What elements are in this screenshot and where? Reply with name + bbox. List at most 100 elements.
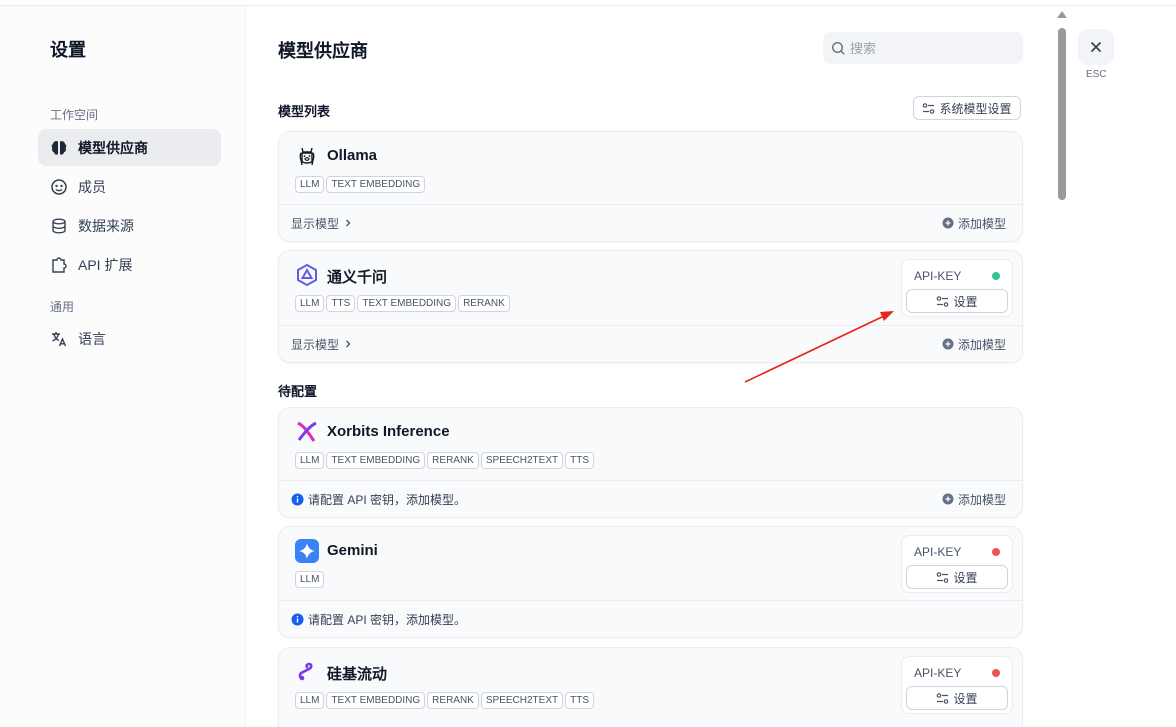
status-dot-inactive: [992, 669, 1000, 677]
api-key-label: API-KEY: [914, 666, 962, 680]
provider-card-gemini: Gemini LLM API-KEY 设置 请配置 API 密钥，添加模型。: [278, 526, 1023, 638]
close-icon: [1089, 40, 1103, 54]
status-dot-active: [992, 272, 1000, 280]
tag: TTS: [326, 295, 356, 312]
system-model-settings-label: 系统模型设置: [939, 101, 1012, 116]
show-models-button[interactable]: 显示模型: [291, 215, 353, 232]
sliders-icon: [936, 571, 949, 584]
puzzle-icon: [50, 256, 68, 274]
sidebar-item-language[interactable]: 语言: [38, 320, 221, 357]
card-footer: 请配置 API 密钥，添加模型。: [279, 600, 1022, 637]
esc-label: ESC: [1086, 69, 1107, 80]
show-models-label: 显示模型: [291, 337, 340, 352]
tag: SPEECH2TEXT: [480, 692, 564, 709]
setup-label: 设置: [953, 691, 978, 706]
config-notice-text: 请配置 API 密钥，添加模型。: [308, 492, 467, 507]
sidebar-item-members[interactable]: 成员: [38, 168, 221, 205]
setup-button[interactable]: 设置: [906, 686, 1008, 710]
provider-card-siliconflow: 硅基流动 LLM TEXT EMBEDDING RERANK SPEECH2TE…: [278, 647, 1023, 727]
show-models-button[interactable]: 显示模型: [291, 336, 353, 353]
pending-heading: 待配置: [278, 384, 318, 399]
sliders-icon: [936, 692, 949, 705]
setup-label: 设置: [953, 294, 978, 309]
ollama-logo-icon: [295, 144, 319, 168]
info-icon: [291, 493, 304, 506]
config-notice: 请配置 API 密钥，添加模型。: [291, 611, 466, 628]
tag: TEXT EMBEDDING: [326, 692, 426, 709]
provider-name: 通义千问: [327, 269, 388, 286]
search-input[interactable]: [850, 40, 1010, 56]
tag: SPEECH2TEXT: [480, 452, 564, 469]
model-list-heading: 模型列表: [278, 104, 331, 119]
tag: RERANK: [458, 295, 510, 312]
api-key-panel: API-KEY 设置: [901, 656, 1013, 714]
sidebar-item-label: 模型供应商: [78, 139, 148, 156]
setup-button[interactable]: 设置: [906, 289, 1008, 313]
tag-list: LLM TTS TEXT EMBEDDING RERANK: [295, 295, 510, 312]
provider-card-xorbits: Xorbits Inference LLM TEXT EMBEDDING RER…: [278, 407, 1023, 518]
tag: LLM: [295, 571, 325, 588]
tag: RERANK: [427, 692, 479, 709]
add-model-label: 添加模型: [957, 337, 1006, 352]
tag-list: LLM TEXT EMBEDDING: [295, 176, 426, 193]
settings-sidebar: 设置 工作空间 模型供应商 成员 数据来源 API 扩展 通用 语言: [0, 6, 246, 727]
sidebar-item-label: 成员: [78, 178, 106, 195]
api-key-label: API-KEY: [914, 545, 962, 559]
add-model-label: 添加模型: [957, 216, 1006, 231]
info-icon: [291, 613, 304, 626]
members-icon: [50, 178, 68, 196]
add-model-button[interactable]: 添加模型: [942, 491, 1006, 508]
add-model-button[interactable]: 添加模型: [942, 336, 1006, 353]
config-notice-text: 请配置 API 密钥，添加模型。: [308, 612, 467, 627]
tag: TEXT EMBEDDING: [326, 452, 426, 469]
sidebar-item-label: 语言: [78, 330, 106, 347]
sidebar-item-api-extension[interactable]: API 扩展: [38, 246, 221, 283]
sidebar-group-workspace: 工作空间: [50, 108, 99, 122]
api-key-label: API-KEY: [914, 269, 962, 283]
plus-circle-icon: [942, 493, 954, 505]
xorbits-logo-icon: [295, 420, 319, 444]
show-models-label: 显示模型: [291, 216, 340, 231]
sidebar-group-general: 通用: [50, 300, 75, 314]
sliders-icon: [936, 295, 949, 308]
gemini-logo-icon: [295, 539, 319, 563]
search-icon: [831, 41, 846, 56]
tag: LLM: [295, 692, 325, 709]
scroll-up-arrow-icon[interactable]: [1057, 11, 1067, 18]
setup-button[interactable]: 设置: [906, 565, 1008, 589]
api-key-panel: API-KEY 设置: [901, 259, 1013, 317]
status-dot-inactive: [992, 548, 1000, 556]
tag: TTS: [565, 452, 594, 469]
provider-name: Xorbits Inference: [327, 423, 450, 440]
tag: TEXT EMBEDDING: [326, 176, 426, 193]
scrollbar-thumb[interactable]: [1058, 28, 1066, 200]
card-footer: 显示模型 添加模型: [279, 204, 1022, 241]
tag: TEXT EMBEDDING: [357, 295, 457, 312]
provider-name: Ollama: [327, 147, 378, 164]
sidebar-item-label: API 扩展: [78, 256, 133, 273]
card-footer: 显示模型 添加模型: [279, 325, 1022, 362]
add-model-button[interactable]: 添加模型: [942, 215, 1006, 232]
tag: LLM: [295, 452, 325, 469]
database-icon: [50, 217, 68, 235]
tag: LLM: [295, 176, 325, 193]
brain-icon: [50, 139, 68, 157]
tag-list: LLM TEXT EMBEDDING RERANK SPEECH2TEXT TT…: [295, 452, 594, 469]
search-box[interactable]: [823, 32, 1023, 64]
tag-list: LLM: [295, 571, 325, 588]
tag: LLM: [295, 295, 325, 312]
page-title: 模型供应商: [278, 41, 368, 61]
siliconflow-logo-icon: [295, 660, 319, 684]
setup-label: 设置: [953, 570, 978, 585]
system-model-settings-button[interactable]: 系统模型设置: [913, 96, 1021, 120]
sidebar-item-model-provider[interactable]: 模型供应商: [38, 129, 221, 166]
close-button[interactable]: [1078, 29, 1114, 65]
sidebar-item-data-source[interactable]: 数据来源: [38, 207, 221, 244]
chevron-right-icon: [343, 218, 353, 228]
chevron-right-icon: [343, 339, 353, 349]
sidebar-item-label: 数据来源: [78, 217, 134, 234]
provider-card-tongyi: 通义千问 LLM TTS TEXT EMBEDDING RERANK API-K…: [278, 250, 1023, 363]
tag: RERANK: [427, 452, 479, 469]
sliders-icon: [922, 102, 935, 115]
provider-name: Gemini: [327, 542, 378, 559]
